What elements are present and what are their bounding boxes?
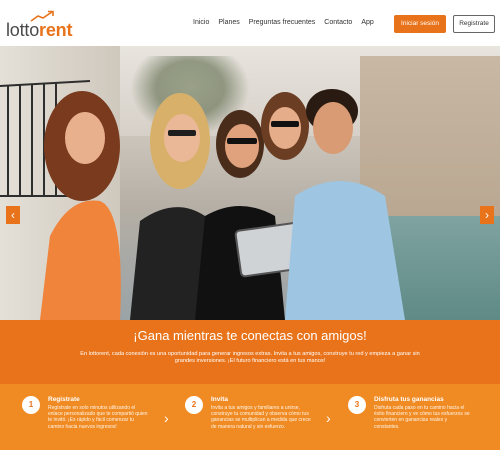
step-text: Regístrate en solo minutos utilizando el… bbox=[48, 405, 148, 430]
nav-item-app[interactable]: App bbox=[361, 19, 373, 26]
promo-title: ¡Gana mientras te conectas con amigos! bbox=[133, 328, 367, 343]
logo-text-part1: lotto bbox=[6, 20, 40, 40]
step-title: Registrate bbox=[48, 396, 80, 403]
login-button[interactable]: Iniciar sesión bbox=[394, 15, 446, 33]
step-number: 3 bbox=[348, 396, 366, 414]
site-header: lottorent Inicio Planes Preguntas frecue… bbox=[0, 0, 500, 46]
nav-item-inicio[interactable]: Inicio bbox=[193, 19, 209, 26]
hero-photo-friends bbox=[40, 89, 405, 320]
step-title: Invita bbox=[211, 396, 228, 403]
main-nav: Inicio Planes Preguntas frecuentes Conta… bbox=[193, 19, 374, 26]
nav-item-planes[interactable]: Planes bbox=[218, 19, 239, 26]
logo-text-part2: rent bbox=[39, 20, 73, 40]
step-number: 2 bbox=[185, 396, 203, 414]
step-number: 1 bbox=[22, 396, 40, 414]
chevron-right-icon: › bbox=[164, 410, 169, 426]
carousel-prev-button[interactable]: ‹ bbox=[6, 206, 20, 224]
promo-text: En lottorent, cada conexión es una oport… bbox=[80, 351, 420, 365]
step-title: Disfruta tus ganancias bbox=[374, 396, 444, 403]
hero-carousel: ‹ › bbox=[0, 46, 500, 320]
chevron-right-icon: › bbox=[326, 410, 331, 426]
promo-section: ¡Gana mientras te conectas con amigos! E… bbox=[0, 320, 500, 384]
chevron-right-icon: › bbox=[485, 208, 489, 222]
nav-item-faq[interactable]: Preguntas frecuentes bbox=[249, 19, 316, 26]
steps-section: 1 Registrate Regístrate en solo minutos … bbox=[0, 384, 500, 450]
step-text: Invita a tus amigos y familiares a unirs… bbox=[211, 405, 311, 430]
step-text: Disfruta cada paso en tu camino hacia el… bbox=[374, 405, 470, 430]
carousel-next-button[interactable]: › bbox=[480, 206, 494, 224]
nav-item-contacto[interactable]: Contacto bbox=[324, 19, 352, 26]
register-button[interactable]: Registrate bbox=[453, 15, 495, 33]
chevron-left-icon: ‹ bbox=[11, 208, 15, 222]
